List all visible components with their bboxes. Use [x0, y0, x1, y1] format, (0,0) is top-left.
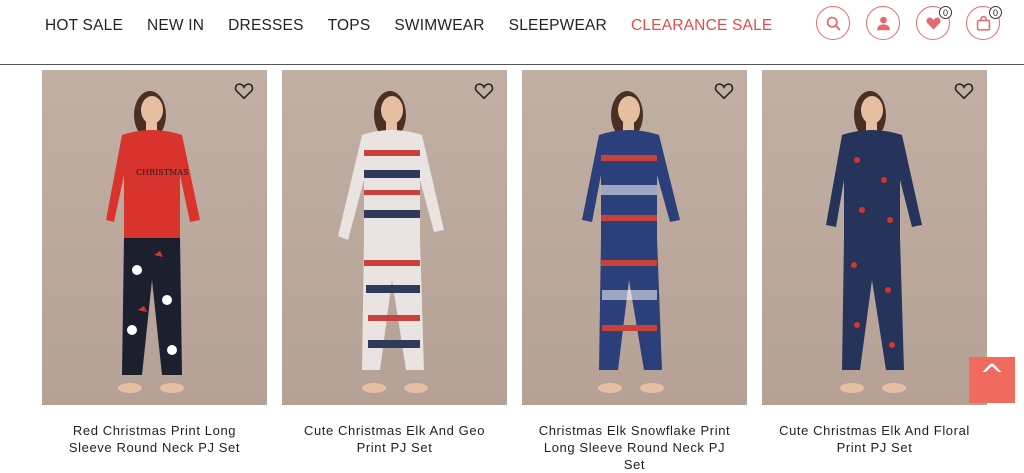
nav-tops[interactable]: TOPS [328, 16, 371, 36]
cart-count-badge: 0 [989, 6, 1002, 19]
product-card[interactable]: Cute Christmas Elk And Floral Print PJ S… [762, 70, 987, 456]
nav-sleepwear[interactable]: SLEEPWEAR [509, 16, 607, 36]
search-icon [826, 16, 840, 30]
model-figure [338, 91, 444, 393]
svg-text:CHRISTMAS: CHRISTMAS [136, 168, 189, 177]
cart-button[interactable]: 0 [966, 6, 1002, 40]
product-card[interactable]: Cute Christmas Elk And Geo Print PJ Set [282, 70, 507, 456]
user-icon [876, 16, 890, 30]
bag-icon [976, 15, 990, 31]
product-name[interactable]: Cute Christmas Elk And Geo Print PJ Set [282, 422, 507, 456]
heart-icon [925, 17, 941, 29]
nav-new-in[interactable]: NEW IN [147, 16, 204, 36]
product-card[interactable]: Christmas Elk Snowflake Print Long Sleev… [522, 70, 747, 473]
product-image[interactable] [522, 70, 747, 405]
back-to-top-button[interactable]: ^ [969, 357, 1015, 403]
header-icons: 0 0 [816, 6, 1002, 40]
nav-clearance-sale[interactable]: CLEARANCE SALE [631, 16, 773, 36]
product-card[interactable]: CHRISTMAS Red Christmas Print Long Sleev… [42, 70, 267, 456]
wishlist-heart-icon[interactable] [713, 80, 735, 102]
model-figure [582, 91, 680, 393]
nav-hot-sale[interactable]: HOT SALE [45, 16, 123, 36]
product-image[interactable] [282, 70, 507, 405]
search-button[interactable] [816, 6, 850, 40]
product-name[interactable]: Christmas Elk Snowflake Print Long Sleev… [522, 422, 747, 473]
wishlist-count-badge: 0 [939, 6, 952, 19]
nav-swimwear[interactable]: SWIMWEAR [394, 16, 484, 36]
wishlist-button[interactable]: 0 [916, 6, 952, 40]
main-nav: HOT SALE NEW IN DRESSES TOPS SWIMWEAR SL… [45, 16, 796, 36]
account-button[interactable] [866, 6, 900, 40]
model-figure: CHRISTMAS [106, 91, 200, 393]
model-figure [826, 91, 922, 393]
wishlist-heart-icon[interactable] [953, 80, 975, 102]
product-name[interactable]: Red Christmas Print Long Sleeve Round Ne… [42, 422, 267, 456]
product-image[interactable] [762, 70, 987, 405]
wishlist-heart-icon[interactable] [473, 80, 495, 102]
site-header: HOT SALE NEW IN DRESSES TOPS SWIMWEAR SL… [0, 0, 1024, 65]
product-image[interactable]: CHRISTMAS [42, 70, 267, 405]
wishlist-heart-icon[interactable] [233, 80, 255, 102]
product-name[interactable]: Cute Christmas Elk And Floral Print PJ S… [762, 422, 987, 456]
nav-dresses[interactable]: DRESSES [228, 16, 303, 36]
